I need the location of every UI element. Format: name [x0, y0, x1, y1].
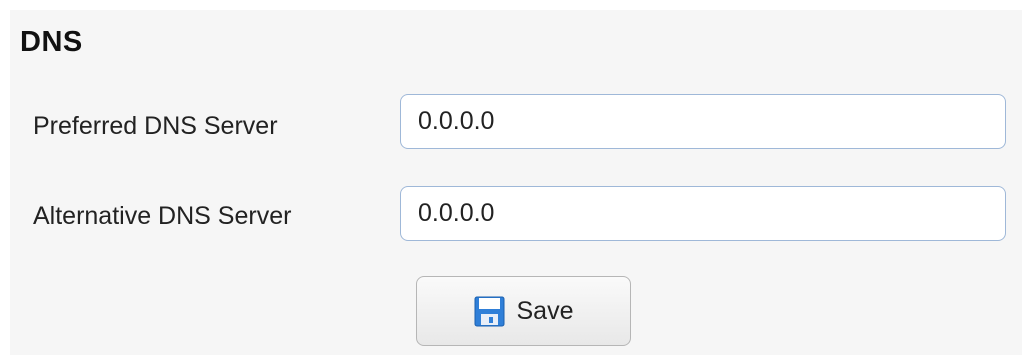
preferred-dns-label: Preferred DNS Server	[33, 112, 278, 140]
dns-settings-panel: DNS Preferred DNS Server Alternative DNS…	[10, 10, 1022, 355]
section-title: DNS	[20, 26, 83, 58]
floppy-disk-icon	[474, 296, 505, 327]
save-label: Save	[516, 296, 574, 325]
preferred-dns-input[interactable]	[400, 94, 1006, 149]
save-button[interactable]: Save	[416, 276, 631, 346]
alternative-dns-input[interactable]	[400, 186, 1006, 241]
alternative-dns-label: Alternative DNS Server	[33, 202, 292, 230]
